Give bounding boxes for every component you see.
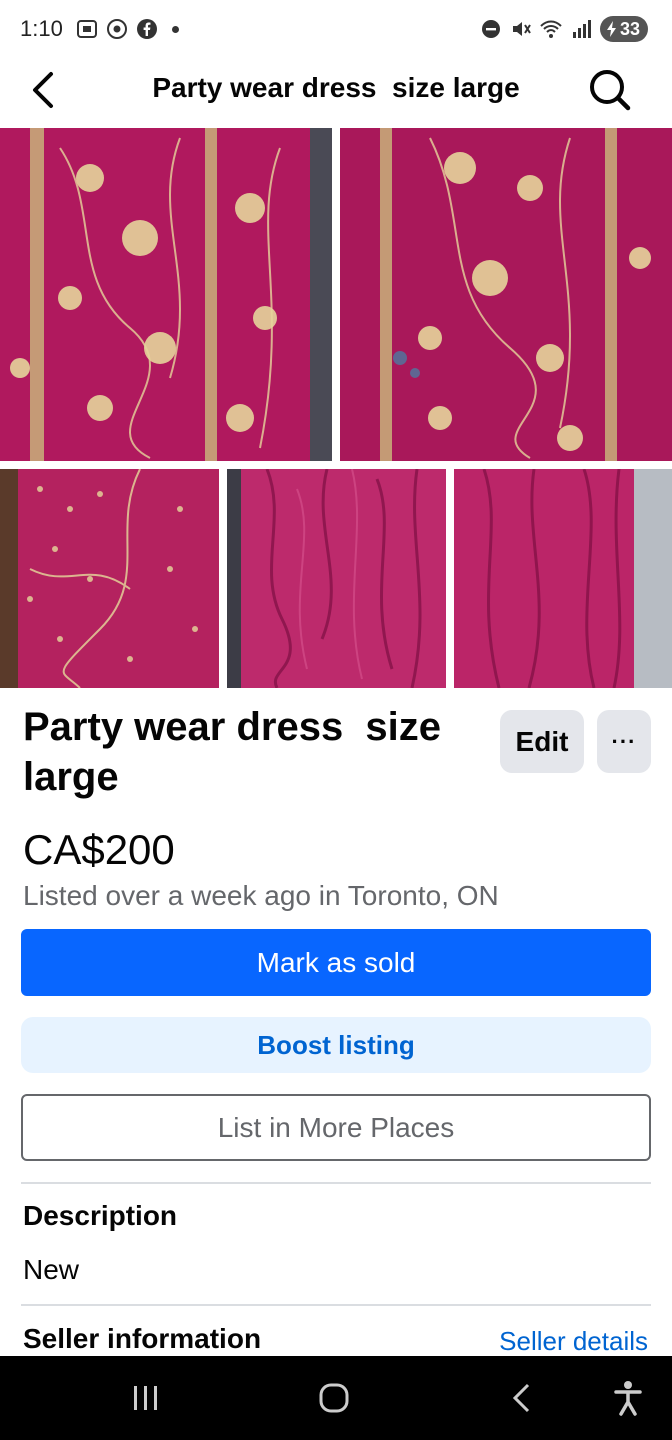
dress-photo-pants-hanging — [454, 469, 672, 688]
dress-photo-dupatta — [0, 469, 219, 688]
system-back-button[interactable] — [500, 1376, 544, 1420]
divider — [21, 1182, 651, 1184]
divider — [21, 1304, 651, 1306]
app-header: Party wear dress size large — [0, 60, 672, 128]
edit-button[interactable]: Edit — [500, 710, 584, 773]
dress-photo-pants — [227, 469, 446, 688]
dress-photo-embroidered-detail — [340, 128, 672, 461]
more-icon: ··· — [611, 728, 637, 754]
mark-as-sold-button[interactable]: Mark as sold — [21, 929, 651, 996]
seller-details-link[interactable]: Seller details — [499, 1326, 648, 1357]
facebook-icon — [137, 19, 157, 39]
back-button[interactable] — [20, 66, 68, 114]
home-icon — [319, 1383, 349, 1413]
screenshot-icon — [77, 20, 97, 38]
status-system-icons: 33 — [480, 16, 648, 42]
search-button[interactable] — [584, 64, 636, 116]
chrome-icon — [107, 19, 127, 39]
accessibility-icon — [614, 1381, 642, 1416]
description-heading: Description — [23, 1200, 178, 1231]
listing-photo-1[interactable] — [0, 128, 332, 461]
dnd-icon — [481, 20, 500, 38]
status-bar: 1:10 33 — [0, 0, 672, 60]
dress-photo-embroidered-front — [0, 128, 332, 461]
chevron-left-icon — [33, 72, 53, 108]
charging-icon — [606, 21, 616, 37]
signal-icon — [572, 20, 591, 38]
wifi-icon — [540, 20, 562, 38]
description-text: New — [23, 1254, 80, 1285]
listing-title: Party wear dress size large — [23, 705, 453, 799]
status-time: 1:10 — [20, 16, 63, 41]
boost-listing-button[interactable]: Boost listing — [21, 1017, 651, 1073]
listing-meta: Listed over a week ago in Toronto, ON — [23, 880, 499, 911]
more-options-button[interactable]: ··· — [597, 710, 651, 773]
notification-dot-icon — [172, 25, 179, 33]
search-icon — [590, 70, 631, 111]
home-button[interactable] — [312, 1376, 356, 1420]
listing-photo-2[interactable] — [340, 128, 672, 461]
status-notification-icons — [76, 18, 179, 40]
battery-level: 33 — [619, 18, 640, 39]
system-nav-bar — [0, 1356, 672, 1440]
listing-price: CA$200 — [23, 826, 175, 873]
list-in-more-places-button[interactable]: List in More Places — [21, 1094, 651, 1161]
listing-photo-5[interactable] — [454, 469, 672, 688]
recent-apps-button[interactable] — [124, 1376, 168, 1420]
seller-info-heading: Seller information — [23, 1323, 262, 1354]
page-title: Party wear dress size large — [152, 72, 520, 103]
back-icon — [512, 1383, 530, 1413]
recent-apps-icon — [134, 1386, 157, 1410]
listing-photo-3[interactable] — [0, 469, 219, 688]
listing-photo-4[interactable] — [227, 469, 446, 688]
battery-icon: 33 — [599, 16, 648, 42]
mute-icon — [512, 22, 531, 36]
accessibility-button[interactable] — [606, 1376, 650, 1420]
